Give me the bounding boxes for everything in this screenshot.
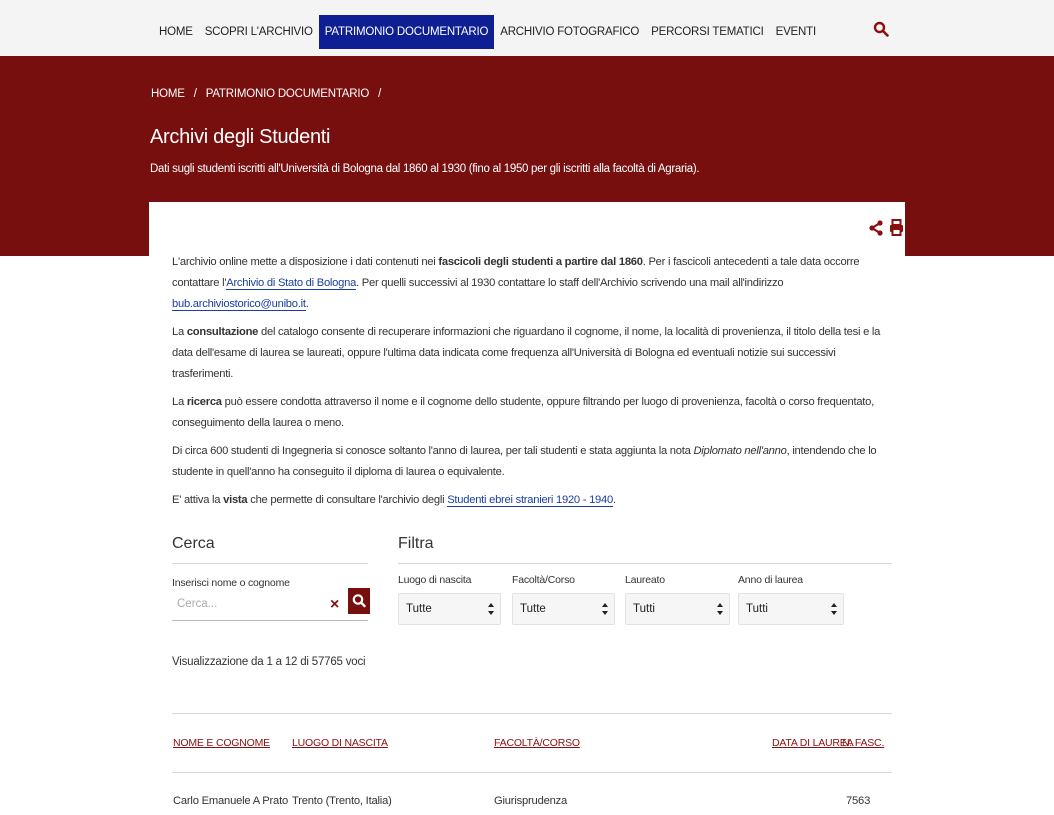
text-run: che permette di consultare l'archivio de… (247, 494, 448, 506)
filter-select-laureato[interactable]: Tutti (625, 593, 730, 625)
nav-item-patrimonio-documentario[interactable]: PATRIMONIO DOCUMENTARIO (318, 15, 495, 49)
text-run: . (612, 494, 616, 506)
filter-select-anno[interactable]: Tutti (738, 593, 844, 625)
text-run: . (305, 298, 309, 310)
cell-n-fasc: 7563 (846, 795, 871, 807)
select-value: Tutti (633, 603, 655, 615)
column-header-nome[interactable]: NOME E COGNOME (173, 737, 270, 749)
intro-paragraph: E' attiva la vista che permette di consu… (172, 490, 892, 511)
share-icon[interactable] (869, 220, 883, 236)
table-top-border (172, 713, 892, 714)
page-subtitle: Dati sugli studenti iscritti all'Univers… (150, 163, 700, 175)
nav-item-percorsi-tematici[interactable]: PERCORSI TEMATICI (645, 15, 769, 49)
print-icon[interactable] (889, 219, 904, 236)
email-link[interactable]: bub.archiviostorico@unibo.it (172, 298, 306, 311)
divider (398, 563, 892, 564)
nav-item-eventi[interactable]: EVENTI (770, 15, 822, 49)
search-icon (352, 594, 366, 608)
studenti-ebrei-link[interactable]: Studenti ebrei stranieri 1920 - 1940 (447, 494, 613, 507)
text-bold: consultazione (186, 326, 259, 338)
column-header-facolta[interactable]: FACOLTÀ/CORSO (494, 737, 580, 749)
intro-paragraph: La consultazione del catalogo consente d… (172, 322, 892, 385)
intro-paragraph: L'archivio online mette a disposizione i… (172, 252, 892, 315)
filter-label-anno: Anno di laurea (738, 574, 803, 586)
cell-luogo: Trento (Trento, Italia) (292, 795, 392, 807)
divider (172, 563, 368, 564)
filter-select-facolta[interactable]: Tutte (512, 593, 615, 625)
filter-section-title: Filtra (398, 535, 434, 552)
text-run: può essere condotta attraverso il nome e… (172, 396, 874, 429)
text-run: Di circa 600 studenti di Ingegneria si c… (172, 445, 694, 457)
breadcrumb-home[interactable]: HOME (151, 88, 185, 100)
results-count: Visualizzazione da 1 a 12 di 57765 voci (172, 656, 366, 668)
search-section-title: Cerca (172, 535, 215, 552)
text-italic: Diplomato nell'anno (693, 445, 787, 457)
table-header-border (172, 772, 892, 773)
filter-label-luogo: Luogo di nascita (398, 574, 472, 586)
text-bold: ricerca (186, 396, 222, 408)
search-label: Inserisci nome o cognome (172, 577, 290, 589)
text-bold: fascicoli degli studenti a partire dal 1… (438, 256, 643, 268)
column-header-luogo[interactable]: LUOGO DI NASCITA (292, 737, 388, 749)
nav-item-archivio-fotografico[interactable]: ARCHIVIO FOTOGRAFICO (494, 15, 645, 49)
nav-item-scopri-archivio[interactable]: SCOPRI L'ARCHIVIO (199, 15, 319, 49)
breadcrumb: HOME / PATRIMONIO DOCUMENTARIO / (151, 88, 387, 100)
main-menu: HOME SCOPRI L'ARCHIVIO PATRIMONIO DOCUME… (153, 15, 822, 49)
column-header-n-fasc[interactable]: N. FASC. (842, 737, 884, 749)
text-run: La (172, 396, 187, 408)
page-title: Archivi degli Studenti (150, 126, 331, 148)
cell-nome: Carlo Emanuele A Prato (173, 795, 289, 807)
archivio-stato-link[interactable]: Archivio di Stato di Bologna (226, 277, 356, 290)
select-arrows-icon (602, 603, 608, 615)
text-run: del catalogo consente di recuperare info… (172, 326, 881, 380)
content-card: L'archivio online mette a disposizione i… (149, 202, 905, 815)
filter-label-laureato: Laureato (625, 574, 665, 586)
text-run: La (172, 326, 187, 338)
filter-label-facolta: Facoltà/Corso (512, 574, 575, 586)
text-bold: vista (223, 494, 248, 506)
select-arrows-icon (488, 603, 494, 615)
search-input[interactable] (177, 598, 317, 610)
text-run: . Per quelli successivi al 1930 contatta… (356, 277, 784, 289)
clear-search-button[interactable]: × (330, 597, 344, 613)
breadcrumb-separator: / (193, 88, 197, 100)
select-value: Tutte (520, 603, 546, 615)
cell-facolta: Giurisprudenza (494, 795, 568, 807)
select-value: Tutti (746, 603, 768, 615)
breadcrumb-separator: / (378, 88, 382, 100)
intro-paragraph: Di circa 600 studenti di Ingegneria si c… (172, 441, 892, 483)
nav-item-home[interactable]: HOME (153, 15, 199, 49)
search-box: × (172, 588, 370, 621)
filter-select-luogo[interactable]: Tutte (398, 593, 501, 625)
intro-text: L'archivio online mette a disposizione i… (172, 252, 892, 518)
intro-paragraph: La ricerca può essere condotta attravers… (172, 392, 892, 434)
search-submit-button[interactable] (348, 588, 370, 614)
text-run: L'archivio online mette a disposizione i… (172, 256, 439, 268)
breadcrumb-patrimonio[interactable]: PATRIMONIO DOCUMENTARIO (206, 88, 370, 100)
select-arrows-icon (717, 603, 723, 615)
select-value: Tutte (406, 603, 432, 615)
select-arrows-icon (831, 603, 837, 615)
top-navbar: HOME SCOPRI L'ARCHIVIO PATRIMONIO DOCUME… (0, 0, 1054, 56)
search-icon[interactable] (873, 21, 889, 37)
text-run: E' attiva la (172, 494, 224, 506)
